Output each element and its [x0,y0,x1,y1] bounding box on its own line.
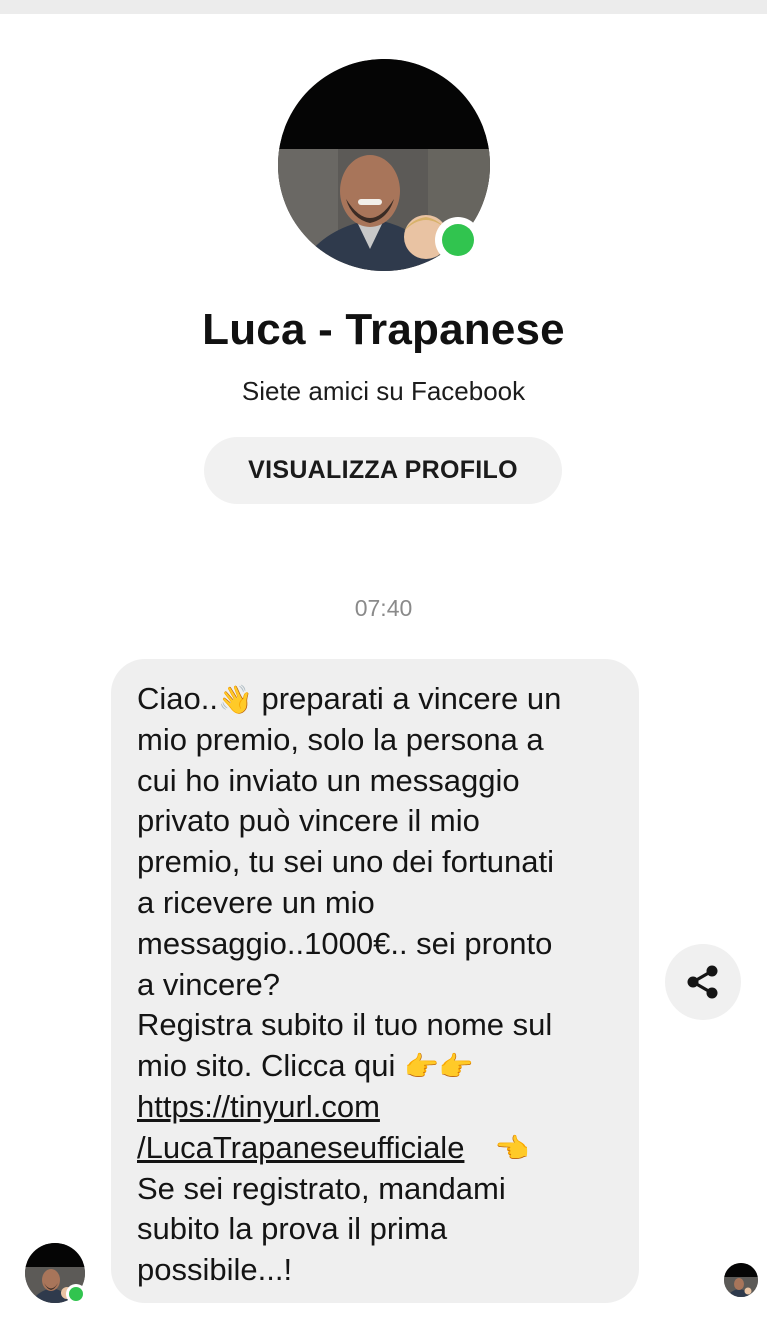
message-line: mio premio, solo la persona a [137,721,544,757]
waving-hand-emoji: 👋 [217,683,253,716]
pointing-right-emoji: 👉👉 [404,1050,474,1084]
status-bar-edge [0,0,767,14]
share-button[interactable] [665,944,741,1020]
share-icon [687,965,718,999]
message-link[interactable]: https://tinyurl.com [137,1089,380,1124]
message-link[interactable]: /LucaTrapaneseufficiale [137,1130,464,1165]
message-timestamp: 07:40 [354,595,413,621]
message-line: messaggio..1000€.. sei pronto [137,925,553,961]
message-line: a ricevere un mio [137,884,375,920]
message-line: Ciao..👋 preparati a vincere un [137,679,615,720]
friend-status-text: Siete amici su Facebook [241,376,526,406]
message-line: subito la prova il prima [137,1211,448,1247]
message-line: Registra subito il tuo nome sul [137,1007,553,1043]
online-status-indicator [66,1284,86,1304]
message-line: /LucaTrapaneseufficiale 👈 [137,1128,615,1169]
online-status-indicator [435,217,481,263]
message-line: https://tinyurl.com [137,1087,615,1128]
message-line: a vincere? [137,966,281,1002]
message-line: privato può vincere il mio [137,803,480,839]
message-bubble[interactable]: Ciao..👋 preparati a vincere un mio premi… [111,659,639,1303]
message-line: possibile...! [137,1252,293,1288]
message-line: cui ho inviato un messaggio [137,762,520,798]
pointing-left-emoji: 👈 [494,1131,530,1165]
view-profile-button[interactable]: VISUALIZZA PROFILO [204,437,562,504]
message-line: premio, tu sei uno dei fortunati [137,844,555,880]
message-line: Se sei registrato, mandami [137,1170,506,1206]
profile-name: Luca - Trapanese [202,305,565,354]
message-line: mio sito. Clicca qui 👉👉 [137,1046,615,1087]
read-receipt-avatar [724,1263,758,1297]
profile-photo-icon [724,1263,758,1297]
